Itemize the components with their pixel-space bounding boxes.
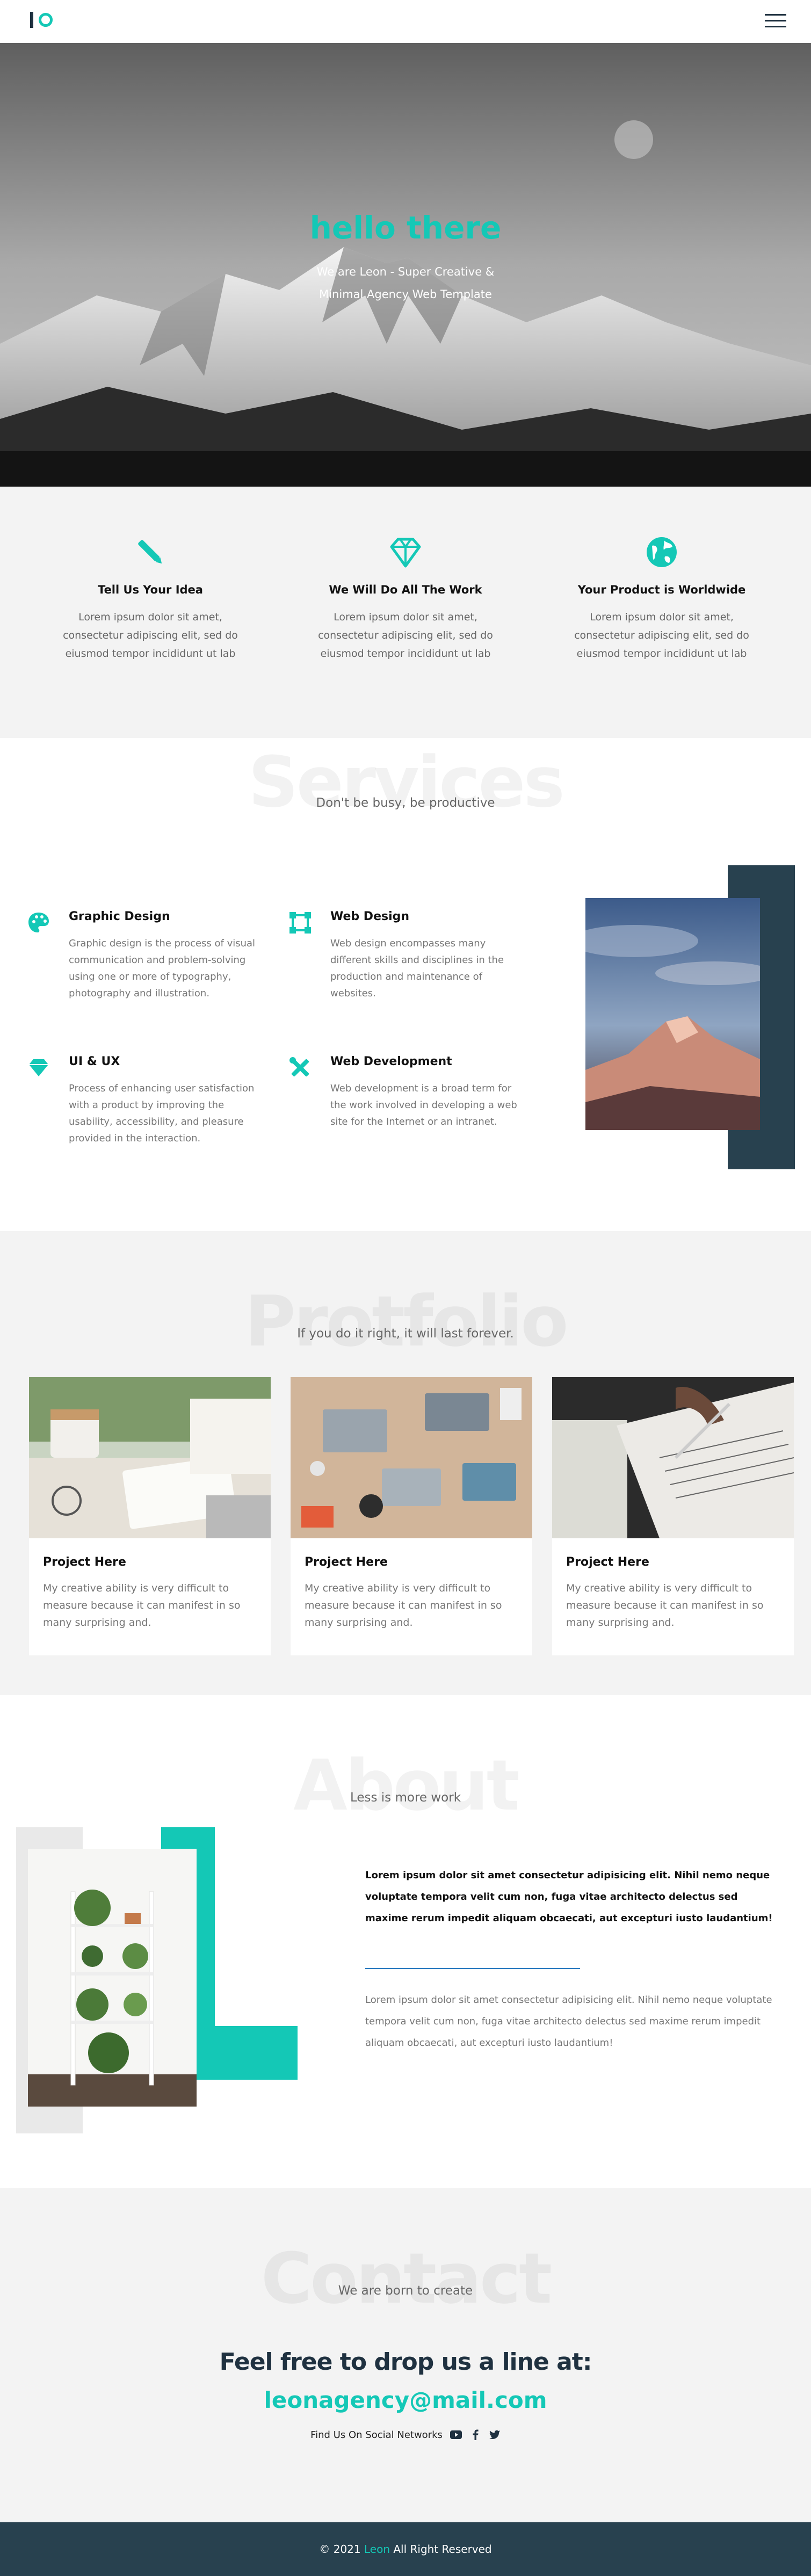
footer-brand[interactable]: Leon (364, 2543, 390, 2556)
portfolio-card[interactable]: Project Here My creative ability is very… (29, 1377, 271, 1655)
hero-title: hello there (309, 209, 502, 246)
portfolio-text: My creative ability is very difficult to… (566, 1582, 764, 1629)
contact-section: Contact We are born to create Feel free … (0, 2188, 811, 2522)
portfolio-card[interactable]: Project Here My creative ability is very… (552, 1377, 794, 1655)
feature-item: Your Product is Worldwide Lorem ipsum do… (549, 535, 774, 663)
portfolio-image (552, 1377, 794, 1538)
portfolio-bg-title: Protfolio (244, 1280, 568, 1362)
service-text: Web development is a broad term for the … (330, 1083, 517, 1127)
social-links: Find Us On Social Networks (0, 2429, 811, 2441)
hero-subtitle: We are Leon - Super Creative & Minimal A… (316, 265, 495, 301)
about-bg-title: About (293, 1745, 520, 1826)
pencil-icon (133, 535, 168, 569)
service-title: UI & UX (69, 1055, 120, 1068)
hero-section: hello there We are Leon - Super Creative… (0, 43, 811, 487)
feature-text: Lorem ipsum dolor sit amet, consectetur … (318, 611, 493, 660)
portfolio-title: Project Here (305, 1555, 388, 1569)
about-section: About Less is more work Lorem ipsum dolo… (0, 1695, 811, 2188)
service-title: Graphic Design (69, 910, 170, 923)
services-bg-title: Services (248, 741, 565, 823)
feature-title: Your Product is Worldwide (577, 583, 746, 596)
portfolio-image (291, 1377, 532, 1538)
feature-text: Lorem ipsum dolor sit amet, consectetur … (574, 611, 749, 660)
service-text: Graphic design is the process of visual … (69, 938, 256, 999)
site-logo[interactable] (30, 12, 53, 28)
service-text: Process of enhancing user satisfaction w… (69, 1083, 255, 1144)
logo-bar (30, 12, 33, 28)
feature-item: We Will Do All The Work Lorem ipsum dolo… (293, 535, 518, 663)
portfolio-image (29, 1377, 271, 1538)
service-item: Web Design Web design encompasses many d… (289, 910, 545, 1002)
services-subtitle: Don't be busy, be productive (316, 796, 495, 810)
feature-title: Tell Us Your Idea (98, 583, 203, 596)
contact-bg-title: Contact (260, 2238, 552, 2319)
service-item: Graphic Design Graphic design is the pro… (28, 910, 284, 1002)
contact-email-link[interactable]: leonagency@mail.com (0, 2387, 811, 2413)
portfolio-title: Project Here (43, 1555, 126, 1569)
portfolio-card[interactable]: Project Here My creative ability is very… (291, 1377, 532, 1655)
youtube-icon[interactable] (450, 2429, 462, 2441)
service-text: Web design encompasses many different sk… (330, 938, 504, 999)
about-divider (365, 1968, 580, 1969)
feature-item: Tell Us Your Idea Lorem ipsum dolor sit … (38, 535, 263, 663)
features-section: Tell Us Your Idea Lorem ipsum dolor sit … (0, 487, 811, 738)
site-footer: © 2021 Leon All Right Reserved (0, 2522, 811, 2576)
feature-text: Lorem ipsum dolor sit amet, consectetur … (63, 611, 238, 660)
services-mountain-image (585, 898, 760, 1130)
services-section: Services Don't be busy, be productive Gr… (0, 738, 811, 1231)
about-shelf-image (28, 1849, 197, 2107)
service-title: Web Development (330, 1055, 452, 1068)
globe-icon (645, 535, 679, 569)
portfolio-text: My creative ability is very difficult to… (43, 1582, 241, 1629)
feature-title: We Will Do All The Work (329, 583, 482, 596)
vector-square-icon (288, 911, 312, 935)
about-subtitle: Less is more work (350, 1791, 461, 1805)
portfolio-title: Project Here (566, 1555, 649, 1569)
twitter-icon[interactable] (489, 2429, 501, 2441)
about-bold-text: Lorem ipsum dolor sit amet consectetur a… (365, 1870, 773, 1924)
footer-rights: All Right Reserved (393, 2543, 492, 2556)
facebook-icon[interactable] (469, 2429, 481, 2441)
site-header (0, 0, 811, 43)
hamburger-icon[interactable] (765, 14, 786, 28)
social-label: Find Us On Social Networks (310, 2429, 443, 2441)
footer-copyright: © 2021 (319, 2543, 361, 2556)
service-item: Web Development Web development is a bro… (289, 1055, 545, 1130)
contact-heading: Feel free to drop us a line at: (219, 2348, 592, 2376)
service-item: UI & UX Process of enhancing user satisf… (29, 1055, 284, 1147)
gem-icon (27, 1056, 50, 1080)
tools-icon (288, 1056, 312, 1080)
portfolio-text: My creative ability is very difficult to… (305, 1582, 502, 1629)
contact-subtitle: We are born to create (338, 2284, 473, 2298)
about-body-text: Lorem ipsum dolor sit amet consectetur a… (365, 1994, 772, 2049)
portfolio-subtitle: If you do it right, it will last forever… (297, 1327, 514, 1341)
palette-icon (27, 911, 50, 935)
logo-ring (39, 13, 53, 27)
portfolio-section: Protfolio If you do it right, it will la… (0, 1231, 811, 1695)
diamond-icon (388, 535, 423, 569)
service-title: Web Design (330, 910, 410, 923)
